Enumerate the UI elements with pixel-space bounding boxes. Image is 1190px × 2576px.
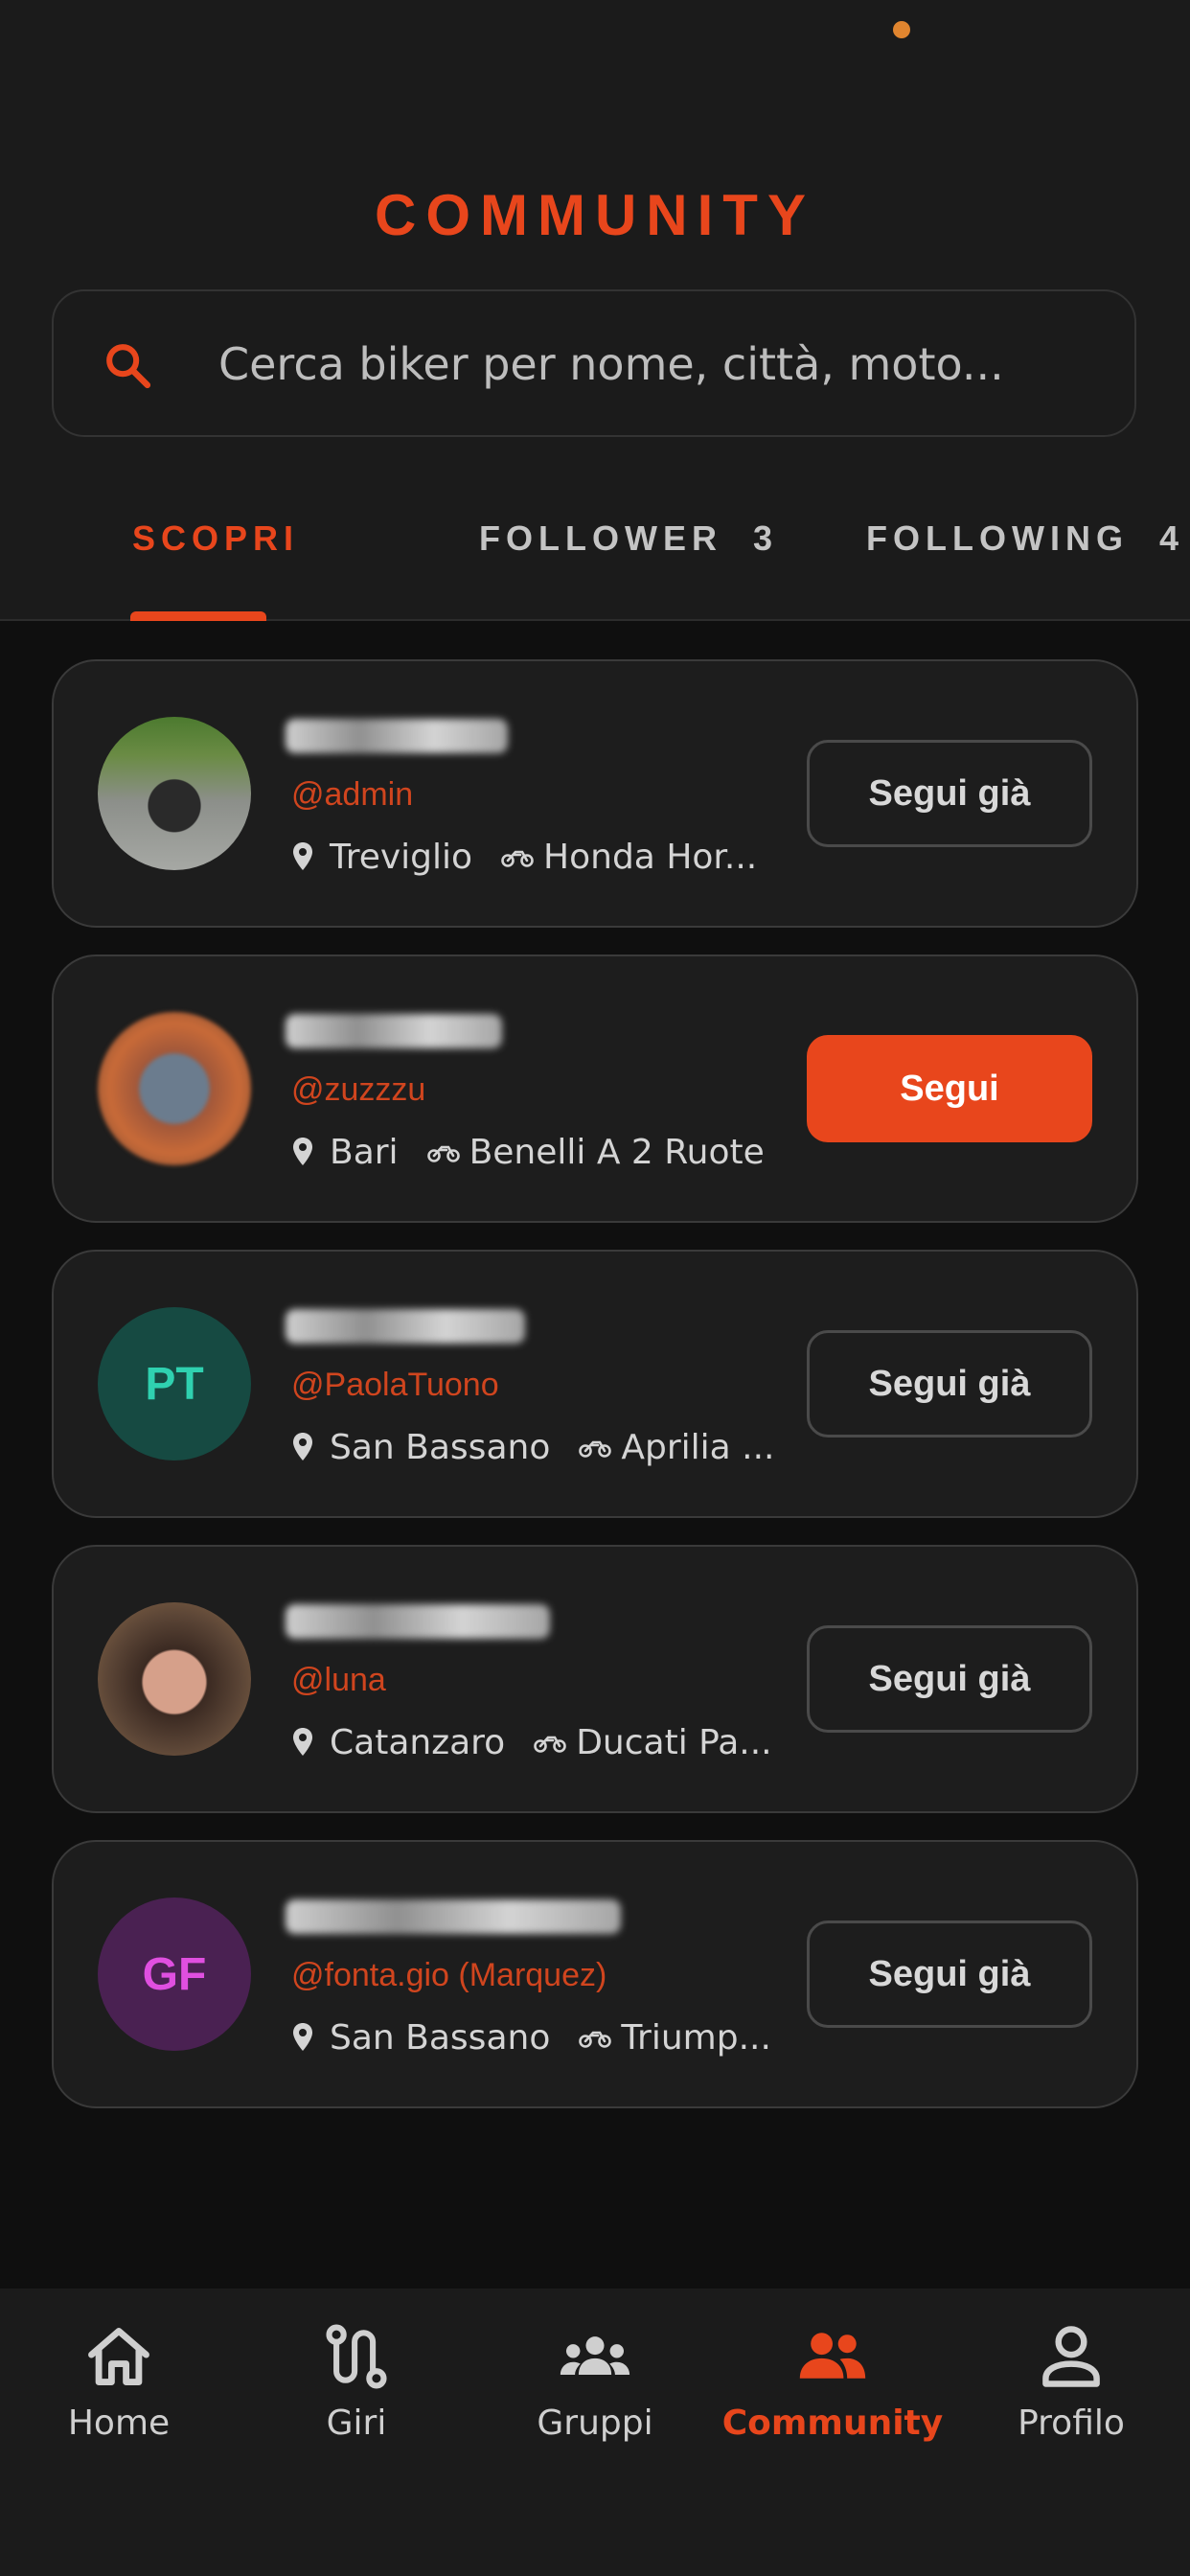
following-button[interactable]: Segui già [807, 1920, 1092, 2028]
nav-label: Profilo [1018, 2404, 1125, 2443]
bottom-navigation: Home Giri Gruppi Community Profilo [0, 2288, 1190, 2576]
nav-home[interactable]: Home [0, 2323, 238, 2467]
user-meta: Bari Benelli A 2 Ruote [291, 1129, 765, 1175]
user-city: Bari [330, 1132, 399, 1172]
following-button[interactable]: Segui già [807, 1625, 1092, 1733]
user-meta: Catanzaro Ducati Pa... [291, 1719, 772, 1765]
user-card-fonta-gio[interactable]: GF @fonta.gio (Marquez) San Bassano Triu… [52, 1840, 1138, 2108]
location-pin-icon [293, 842, 312, 870]
tab-scopri[interactable]: SCOPRI [132, 498, 299, 617]
motorcycle-icon [501, 850, 534, 867]
motorcycle-icon [534, 1736, 566, 1753]
active-tab-indicator [130, 611, 266, 621]
user-bike: Benelli A 2 Ruote [469, 1132, 765, 1172]
page-title: COMMUNITY [375, 183, 815, 247]
nav-label: Home [67, 2404, 171, 2443]
avatar [98, 717, 251, 870]
location-pin-icon [293, 1728, 312, 1756]
user-meta: San Bassano Triump... [291, 2014, 771, 2060]
avatar-initials: GF [98, 1898, 251, 2051]
user-meta: San Bassano Aprilia ... [291, 1424, 774, 1470]
user-handle: @zuzzzu [291, 1071, 426, 1108]
profile-icon [1042, 2326, 1100, 2387]
following-button[interactable]: Segui già [807, 1330, 1092, 1438]
tab-following[interactable]: FOLLOWING 4 [866, 498, 1184, 617]
motorcycle-icon [579, 2031, 612, 2048]
user-card-luna[interactable]: @luna Catanzaro Ducati Pa... Segui già [52, 1545, 1138, 1813]
user-card-admin[interactable]: @admin Treviglio Honda Hor... Segui già [52, 659, 1138, 928]
user-city: San Bassano [330, 2017, 551, 2058]
user-name-redacted [286, 1899, 621, 1934]
nav-giri[interactable]: Giri [238, 2323, 475, 2467]
search-icon [106, 344, 151, 389]
user-bike: Triump... [621, 2017, 771, 2058]
user-handle: @fonta.gio (Marquez) [291, 1957, 607, 1993]
community-icon [799, 2333, 866, 2379]
location-pin-icon [293, 1433, 312, 1460]
avatar [98, 1012, 251, 1165]
avatar-initials: PT [98, 1307, 251, 1460]
user-card-zuzzzu[interactable]: @zuzzzu Bari Benelli A 2 Ruote Segui [52, 954, 1138, 1223]
motorcycle-icon [579, 1440, 612, 1458]
status-indicator-dot [893, 21, 910, 38]
nav-label: Gruppi [537, 2404, 653, 2443]
user-card-paolatuono[interactable]: PT @PaolaTuono San Bassano Aprilia ... S… [52, 1250, 1138, 1518]
follow-button[interactable]: Segui [807, 1035, 1092, 1142]
user-name-redacted [286, 1604, 550, 1639]
user-handle: @luna [291, 1662, 386, 1698]
avatar [98, 1602, 251, 1756]
user-bike: Honda Hor... [543, 837, 758, 877]
user-meta: Treviglio Honda Hor... [291, 834, 757, 880]
nav-label: Giri [326, 2404, 387, 2443]
user-city: Treviglio [330, 837, 473, 877]
groups-icon [560, 2336, 630, 2375]
user-handle: @admin [291, 776, 414, 813]
user-city: Catanzaro [330, 1722, 506, 1762]
nav-profilo[interactable]: Profilo [952, 2323, 1190, 2467]
location-pin-icon [293, 2023, 312, 2051]
nav-label: Community [721, 2404, 944, 2443]
user-city: San Bassano [330, 1427, 551, 1467]
user-name-redacted [286, 1309, 525, 1344]
user-bike: Aprilia ... [621, 1427, 775, 1467]
following-button[interactable]: Segui già [807, 740, 1092, 847]
home-icon [88, 2327, 149, 2386]
nav-community[interactable]: Community [714, 2323, 951, 2467]
location-pin-icon [293, 1138, 312, 1165]
user-bike: Ducati Pa... [576, 1722, 772, 1762]
user-handle: @PaolaTuono [291, 1367, 499, 1403]
user-name-redacted [286, 1014, 502, 1048]
user-name-redacted [286, 719, 508, 753]
tab-follower[interactable]: FOLLOWER 3 [479, 498, 778, 617]
search-box[interactable] [52, 289, 1136, 437]
route-icon [326, 2324, 387, 2389]
header: COMMUNITY SCOPRI FOLLOWER 3 FOLLOWING 4 [0, 0, 1190, 621]
search-input[interactable] [217, 291, 1083, 437]
nav-gruppi[interactable]: Gruppi [476, 2323, 714, 2467]
motorcycle-icon [426, 1145, 460, 1162]
